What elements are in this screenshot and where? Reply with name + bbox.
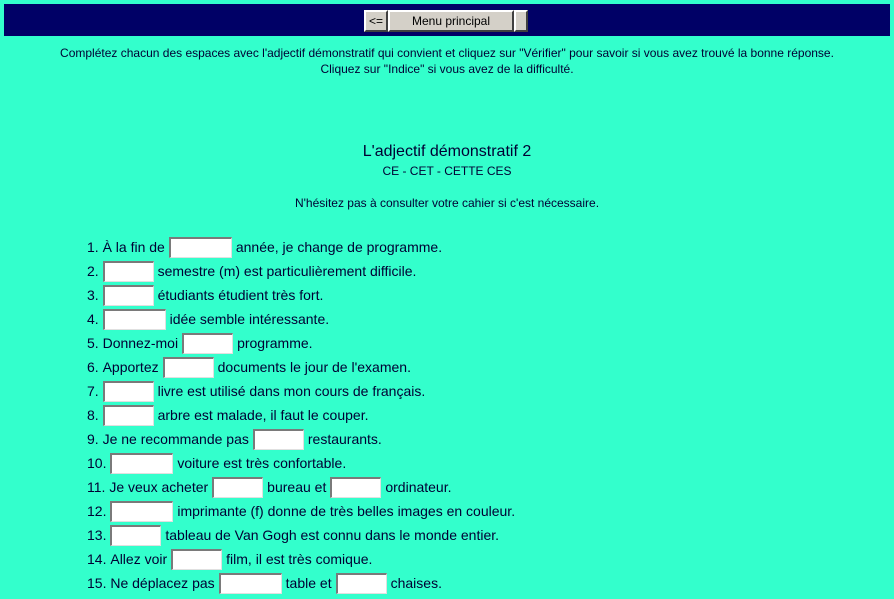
question-number: 13. [87,527,107,543]
question-number: 4. [87,311,99,327]
question-text: voiture est très confortable. [177,455,347,471]
answer-input-6[interactable] [162,356,214,378]
answer-input-5[interactable] [182,332,234,354]
answer-input-12[interactable] [110,500,174,522]
question-6: 6. Apportez documents le jour de l'exame… [87,355,411,379]
question-number: 7. [87,383,99,399]
page-subtitle: CE - CET - CETTE CES [382,164,512,178]
answer-input-2[interactable] [102,260,154,282]
main-menu-button[interactable]: Menu principal [388,10,514,32]
question-number: 3. [87,287,99,303]
question-number: 10. [87,455,107,471]
answer-input-8[interactable] [102,404,154,426]
top-navbar: <= Menu principal [4,4,890,36]
question-number: 15. [87,575,107,591]
question-text: Donnez-moi [102,335,179,351]
question-15: 15. Ne déplacez pas table et chaises. [87,571,442,595]
question-14: 14. Allez voir film, il est très comique… [87,547,372,571]
answer-input-15b[interactable] [335,572,387,594]
nav-buttons: <= Menu principal [364,10,528,32]
question-8: 8. arbre est malade, il faut le couper. [87,403,368,427]
question-5: 5. Donnez-moi programme. [87,331,313,355]
question-text: idée semble intéressante. [169,311,330,327]
answer-input-7[interactable] [102,380,154,402]
question-number: 2. [87,263,99,279]
question-text: Allez voir [110,551,168,567]
question-12: 12. imprimante (f) donne de très belles … [87,499,515,523]
question-text: imprimante (f) donne de très belles imag… [177,503,516,519]
answer-input-11b[interactable] [330,476,382,498]
answer-input-4[interactable] [102,308,166,330]
question-3: 3. étudiants étudient très fort. [87,283,323,307]
question-9: 9. Je ne recommande pas restaurants. [87,427,382,451]
question-text: Je ne recommande pas [102,431,249,447]
question-text: documents le jour de l'examen. [217,359,411,375]
question-11: 11. Je veux acheter bureau et ordinateur… [87,475,452,499]
question-text: À la fin de [102,239,165,255]
question-number: 5. [87,335,99,351]
instructions-line-2: Cliquez sur "Indice" si vous avez de la … [320,62,574,76]
question-1: 1. À la fin de année, je change de progr… [87,235,442,259]
question-text: ordinateur. [385,479,452,495]
question-text: étudiants étudient très fort. [157,287,324,303]
answer-input-3[interactable] [102,284,154,306]
question-number: 14. [87,551,107,567]
question-number: 9. [87,431,99,447]
question-text: restaurants. [307,431,382,447]
page-title: L'adjectif démonstratif 2 [362,143,532,160]
question-13: 13. tableau de Van Gogh est connu dans l… [87,523,499,547]
question-10: 10. voiture est très confortable. [87,451,346,475]
question-text: livre est utilisé dans mon cours de fran… [157,383,426,399]
question-number: 8. [87,407,99,423]
answer-input-11a[interactable] [212,476,264,498]
answer-input-9[interactable] [252,428,304,450]
answer-input-15a[interactable] [218,572,282,594]
question-number: 6. [87,359,99,375]
question-text: Apportez [102,359,159,375]
question-4: 4. idée semble intéressante. [87,307,329,331]
question-text: chaises. [390,575,442,591]
answer-input-14[interactable] [171,548,223,570]
question-text: bureau et [267,479,327,495]
question-text: Ne déplacez pas [110,575,215,591]
help-note: N'hésitez pas à consulter votre cahier s… [294,196,600,210]
answer-input-10[interactable] [110,452,174,474]
question-7: 7. livre est utilisé dans mon cours de f… [87,379,425,403]
question-text: table et [285,575,332,591]
answer-input-1[interactable] [168,236,232,258]
instructions: Complétez chacun des espaces avec l'adje… [0,45,894,77]
question-number: 1. [87,239,99,255]
question-text: année, je change de programme. [235,239,443,255]
question-2: 2. semestre (m) est particulièrement dif… [87,259,416,283]
instructions-line-1: Complétez chacun des espaces avec l'adje… [60,46,834,60]
question-text: Je veux acheter [109,479,209,495]
answer-input-13[interactable] [110,524,162,546]
nav-extra-button[interactable] [514,10,528,32]
question-text: film, il est très comique. [226,551,373,567]
question-text: arbre est malade, il faut le couper. [157,407,369,423]
question-number: 11. [87,479,106,495]
back-button[interactable]: <= [364,10,388,32]
question-text: tableau de Van Gogh est connu dans le mo… [165,527,500,543]
question-text: semestre (m) est particulièrement diffic… [157,263,417,279]
question-number: 12. [87,503,107,519]
question-text: programme. [237,335,313,351]
